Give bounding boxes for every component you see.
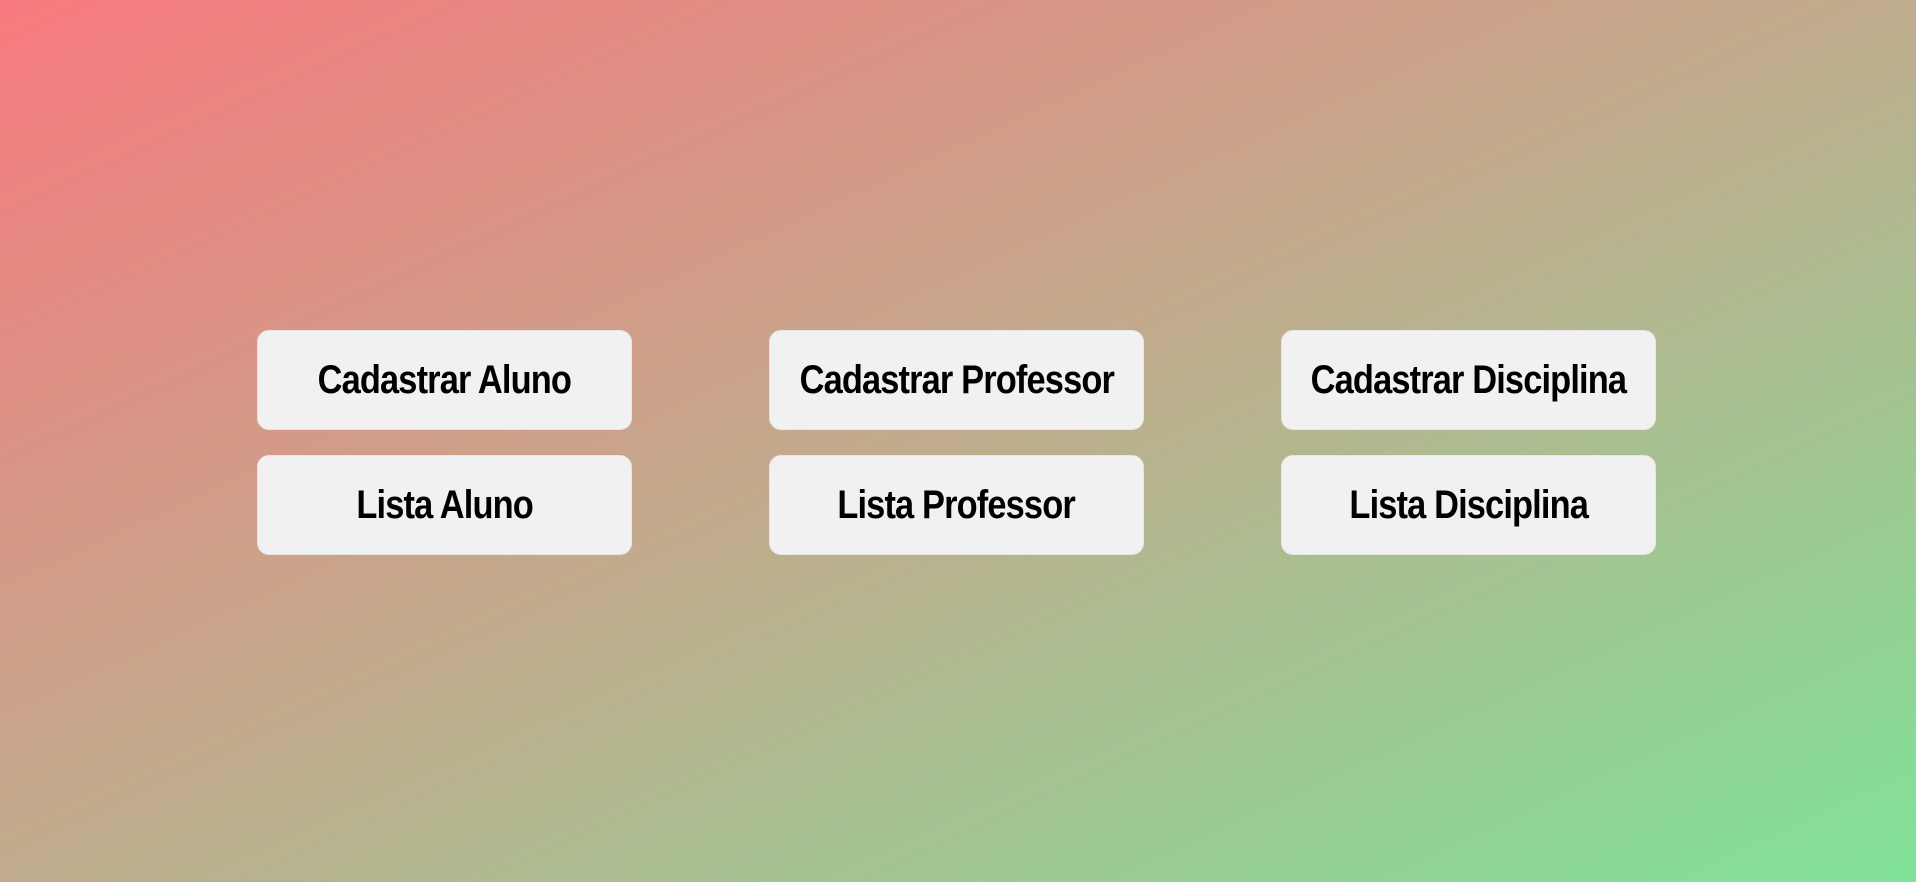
lista-aluno-button[interactable]: Lista Aluno bbox=[257, 455, 632, 555]
cadastrar-aluno-button[interactable]: Cadastrar Aluno bbox=[257, 330, 632, 430]
cadastrar-disciplina-button[interactable]: Cadastrar Disciplina bbox=[1281, 330, 1656, 430]
lista-professor-label: Lista Professor bbox=[837, 482, 1076, 527]
lista-aluno-label: Lista Aluno bbox=[356, 482, 533, 527]
cadastrar-aluno-label: Cadastrar Aluno bbox=[317, 357, 572, 402]
cadastrar-professor-label: Cadastrar Professor bbox=[799, 357, 1114, 402]
lista-disciplina-button[interactable]: Lista Disciplina bbox=[1281, 455, 1656, 555]
cadastrar-disciplina-label: Cadastrar Disciplina bbox=[1310, 357, 1627, 402]
lista-disciplina-label: Lista Disciplina bbox=[1349, 482, 1588, 527]
menu-grid: Cadastrar Aluno Cadastrar Professor Cada… bbox=[257, 330, 1656, 555]
lista-professor-button[interactable]: Lista Professor bbox=[769, 455, 1144, 555]
page-background: { "menu": { "buttons": [ {"label": "Cada… bbox=[0, 0, 1916, 882]
cadastrar-professor-button[interactable]: Cadastrar Professor bbox=[769, 330, 1144, 430]
